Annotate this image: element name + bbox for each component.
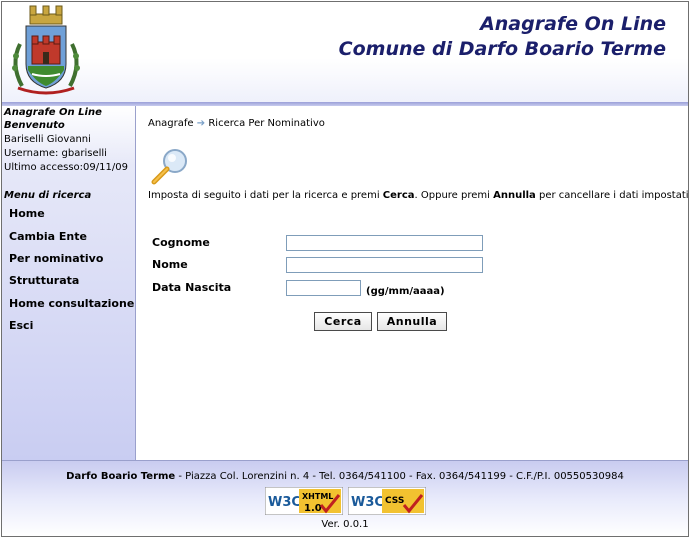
user-full-name: Bariselli Giovanni xyxy=(4,134,91,145)
w3c-xhtml-badge-icon[interactable]: W3C XHTML 1.0 xyxy=(265,487,343,515)
page-title: Anagrafe On Line xyxy=(480,13,666,35)
footer-address: Darfo Boario Terme - Piazza Col. Lorenzi… xyxy=(2,471,688,482)
instruction-cerca: Cerca xyxy=(382,190,415,201)
badge-css-text: CSS xyxy=(385,496,404,506)
instruction-annulla: Annulla xyxy=(493,190,536,201)
username-line: Username: gbariselli xyxy=(4,148,107,159)
breadcrumb: Anagrafe ➔ Ricerca Per Nominativo xyxy=(148,118,325,129)
page-header: Anagrafe On Line Comune di Darfo Boario … xyxy=(2,2,688,104)
badge-w3c-text: W3C xyxy=(268,495,301,510)
breadcrumb-arrow-icon: ➔ xyxy=(196,118,206,129)
sidebar-item-home-consultazione[interactable]: Home consultazione xyxy=(9,297,134,310)
cerca-button[interactable]: Cerca xyxy=(314,312,372,331)
version-label: Ver. 0.0.1 xyxy=(321,519,369,530)
sidebar-welcome: Benvenuto xyxy=(4,120,65,131)
page-footer: Darfo Boario Terme - Piazza Col. Lorenzi… xyxy=(2,460,688,536)
last-access: Ultimo accesso:09/11/09 xyxy=(4,162,128,173)
data-nascita-label: Data Nascita xyxy=(152,281,232,294)
sidebar-item-strutturata[interactable]: Strutturata xyxy=(9,274,79,287)
municipal-crest-icon xyxy=(12,5,80,95)
badge-xhtml-text: XHTML xyxy=(302,492,333,501)
instruction-text: Imposta di seguito i dati per la ricerca… xyxy=(148,190,689,201)
instruction-part: Imposta di seguito i dati per la ricerca… xyxy=(148,190,383,201)
badge-xhtml-version: 1.0 xyxy=(304,503,322,514)
w3c-css-badge-icon[interactable]: W3C CSS xyxy=(348,487,426,515)
date-format-hint: (gg/mm/aaaa) xyxy=(366,286,445,297)
app-frame: Anagrafe On Line Comune di Darfo Boario … xyxy=(1,1,689,537)
sidebar-item-per-nominativo[interactable]: Per nominativo xyxy=(9,252,103,265)
breadcrumb-root[interactable]: Anagrafe xyxy=(148,118,194,129)
sidebar: Anagrafe On Line Benvenuto Bariselli Gio… xyxy=(2,106,136,460)
sidebar-item-home[interactable]: Home xyxy=(9,207,45,220)
menu-title: Menu di ricerca xyxy=(4,190,92,201)
main-content: Anagrafe ➔ Ricerca Per Nominativo Impost… xyxy=(136,106,688,460)
sidebar-item-cambia-ente[interactable]: Cambia Ente xyxy=(9,230,87,243)
instruction-part: per cancellare i dati impostati. xyxy=(535,190,689,201)
breadcrumb-current: Ricerca Per Nominativo xyxy=(208,118,325,129)
badge-w3c-text: W3C xyxy=(351,495,384,510)
nome-field[interactable] xyxy=(286,257,483,273)
data-nascita-field[interactable] xyxy=(286,280,361,296)
sidebar-app-name: Anagrafe On Line xyxy=(4,107,102,118)
footer-org-name: Darfo Boario Terme xyxy=(66,471,176,482)
municipality-title: Comune di Darfo Boario Terme xyxy=(338,38,666,60)
magnifier-icon xyxy=(151,149,187,185)
annulla-button[interactable]: Annulla xyxy=(377,312,447,331)
instruction-part: . Oppure premi xyxy=(414,190,494,201)
cognome-label: Cognome xyxy=(152,236,210,249)
cognome-field[interactable] xyxy=(286,235,483,251)
sidebar-item-esci[interactable]: Esci xyxy=(9,319,33,332)
footer-contact: - Piazza Col. Lorenzini n. 4 - Tel. 0364… xyxy=(175,471,624,482)
nome-label: Nome xyxy=(152,258,188,271)
